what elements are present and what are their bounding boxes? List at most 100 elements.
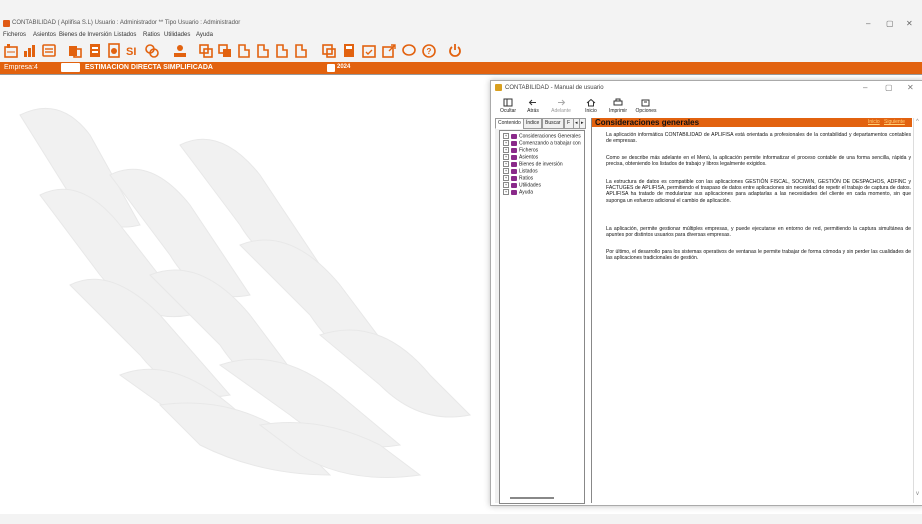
menu-ratios[interactable]: Ratios	[143, 32, 160, 38]
tree-item-label: Utilidades	[519, 182, 541, 189]
navigation-pane: Contenido Índice Buscar F ◂ ▸ + Considera…	[495, 118, 586, 504]
book-icon	[511, 182, 517, 188]
calendar-year-icon[interactable]	[327, 64, 335, 72]
stack-icon[interactable]	[218, 43, 232, 58]
report3-icon[interactable]	[275, 43, 289, 58]
tree-horizontal-scrollbar[interactable]	[510, 497, 554, 499]
si-icon[interactable]: SI	[126, 43, 140, 58]
chat-icon[interactable]	[402, 43, 416, 58]
scroll-up-icon[interactable]: ^	[916, 119, 919, 125]
tree-item-label: Consideraciones Generales	[519, 133, 581, 140]
close-button[interactable]: ✕	[906, 19, 913, 28]
coins-icon[interactable]	[145, 43, 159, 58]
hide-icon	[503, 98, 513, 107]
tree-item[interactable]: + Comenzando a trabajar con	[503, 140, 581, 146]
book-icon	[511, 133, 517, 139]
report2-icon[interactable]	[256, 43, 270, 58]
topic-title: Consideraciones generales	[595, 118, 700, 127]
tree-item-label: Listados	[519, 168, 538, 175]
scroll-down-icon[interactable]: v	[916, 491, 919, 497]
nav-next-link[interactable]: Siguiente	[884, 119, 905, 125]
power-icon[interactable]	[448, 43, 462, 58]
screen-icon[interactable]	[42, 43, 56, 58]
content-vertical-scrollbar[interactable]: ^ v	[913, 118, 922, 503]
help-icon[interactable]: ?	[422, 43, 436, 58]
menu-bar: Ficheros Asientos Bienes de Inversión Li…	[0, 30, 922, 41]
book-icon	[511, 189, 517, 195]
maximize-button[interactable]: ▢	[886, 19, 894, 28]
tab-scroll-right[interactable]: ▸	[579, 118, 586, 129]
menu-ficheros[interactable]: Ficheros	[3, 32, 26, 38]
forward-button[interactable]: Adelante	[546, 98, 576, 116]
tab-contents[interactable]: Contenido	[495, 118, 524, 129]
tab-index[interactable]: Índice	[523, 118, 543, 129]
svg-text:SI: SI	[126, 46, 136, 58]
options-label: Opciones	[635, 108, 657, 114]
forward-label: Adelante	[551, 108, 571, 114]
help-window-title: CONTABILIDAD - Manual de usuario	[505, 85, 604, 91]
back-button[interactable]: Atrás	[518, 98, 548, 116]
stamp-icon[interactable]	[68, 43, 82, 58]
tree-item-label: Comenzando a trabajar con	[519, 140, 581, 147]
report1-icon[interactable]	[237, 43, 251, 58]
menu-asientos[interactable]: Asientos	[33, 32, 56, 38]
help-close-button[interactable]: ✕	[907, 83, 914, 92]
cards-icon[interactable]	[199, 43, 213, 58]
paragraph: Por último, el desarrollo para los siste…	[606, 249, 911, 262]
company-label: Empresa:	[4, 64, 34, 71]
folders-icon[interactable]	[322, 43, 336, 58]
arrow-right-icon	[558, 99, 566, 106]
home-icon	[586, 98, 596, 107]
help-app-icon	[495, 84, 502, 91]
help-window: CONTABILIDAD - Manual de usuario – ▢ ✕ O…	[490, 80, 922, 506]
options-button[interactable]: Opciones	[631, 98, 661, 116]
doc-icon[interactable]	[88, 43, 102, 58]
contents-tree: + Consideraciones Generales + Comenzando a…	[499, 130, 585, 504]
window-title: CONTABILIDAD ( Aplifisa S.L) Usuario : A…	[12, 20, 241, 26]
tree-item[interactable]: + Asientos	[503, 154, 538, 160]
print-button[interactable]: Imprimir	[603, 98, 633, 116]
app-icon	[3, 20, 10, 27]
company-number: 4	[34, 64, 38, 71]
tree-item[interactable]: + Consideraciones Generales	[503, 133, 581, 139]
tree-item[interactable]: + Utilidades	[503, 182, 541, 188]
nav-prev-link[interactable]: Inicio	[868, 119, 880, 125]
calendar-icon[interactable]	[362, 43, 376, 58]
book-icon	[511, 168, 517, 174]
menu-bienes[interactable]: Bienes de Inversión	[59, 32, 112, 38]
mode-icon[interactable]	[61, 63, 80, 72]
tree-item[interactable]: + Ficheros	[503, 147, 538, 153]
tab-search[interactable]: Buscar	[542, 118, 564, 129]
minimize-button[interactable]: –	[866, 19, 870, 28]
home-button[interactable]: Inicio	[576, 98, 606, 116]
tree-item[interactable]: + Bienes de inversión	[503, 161, 563, 167]
book-icon	[511, 175, 517, 181]
book-icon	[511, 154, 517, 160]
tree-item-label: Bienes de inversión	[519, 161, 563, 168]
arrow-left-icon	[528, 99, 536, 106]
chart-icon[interactable]	[23, 43, 37, 58]
ledger-icon[interactable]	[4, 43, 18, 58]
fiscal-year[interactable]: 2024	[337, 64, 350, 70]
menu-utilidades[interactable]: Utilidades	[164, 32, 190, 38]
menu-ayuda[interactable]: Ayuda	[196, 32, 213, 38]
tree-item-label: Ficheros	[519, 147, 539, 154]
tree-item[interactable]: + Ayuda	[503, 189, 533, 195]
tree-item-label: Ayuda	[519, 189, 534, 196]
help-minimize-button[interactable]: –	[863, 83, 867, 92]
topic-header: Consideraciones generales Inicio Siguien…	[592, 118, 912, 127]
paragraph: La estructura de datos es compatible con…	[606, 179, 911, 204]
report4-icon[interactable]	[294, 43, 308, 58]
tree-item-label: Ratios	[519, 175, 534, 182]
paragraph: Como se describe más adelante en el Menú…	[606, 155, 911, 168]
bank-icon[interactable]	[107, 43, 121, 58]
home-label: Inicio	[585, 108, 597, 114]
help-maximize-button[interactable]: ▢	[885, 83, 893, 92]
menu-listados[interactable]: Listados	[114, 32, 136, 38]
calc-icon[interactable]	[342, 43, 356, 58]
tree-item[interactable]: + Listados	[503, 168, 538, 174]
status-bar	[0, 514, 922, 524]
person-icon[interactable]	[173, 43, 187, 58]
tree-item[interactable]: + Ratios	[503, 175, 533, 181]
export-icon[interactable]	[382, 43, 396, 58]
